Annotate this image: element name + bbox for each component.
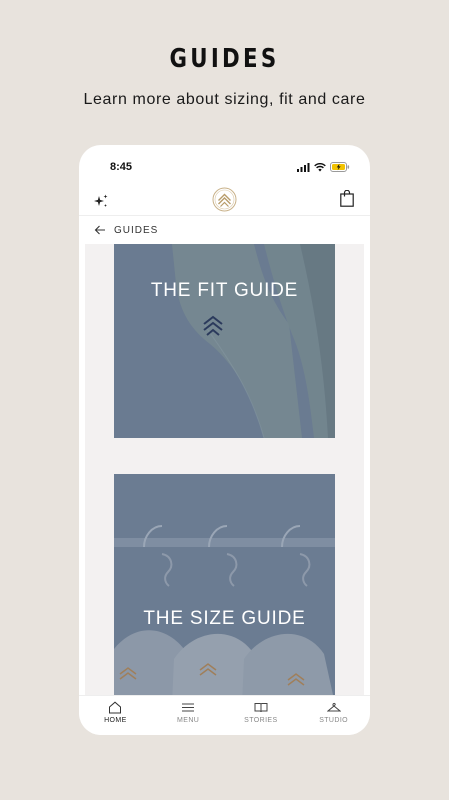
tab-home[interactable]: HOME <box>79 696 152 735</box>
status-icons <box>297 162 350 172</box>
hamburger-menu-icon <box>182 703 195 712</box>
battery-icon <box>330 162 350 172</box>
tab-studio[interactable]: STUDIO <box>297 696 370 735</box>
breadcrumb: GUIDES <box>79 216 370 244</box>
tab-menu[interactable]: MENU <box>152 696 225 735</box>
bottom-tab-bar: HOME MENU STORIES STUDIO <box>79 695 370 735</box>
fit-guide-card[interactable]: THE FIT GUIDE <box>114 244 335 438</box>
wifi-icon <box>314 162 326 171</box>
promo-title: GUIDES <box>169 44 280 74</box>
size-guide-title: THE SIZE GUIDE <box>143 608 306 629</box>
breadcrumb-label: GUIDES <box>114 224 159 236</box>
fit-guide-title: THE FIT GUIDE <box>150 280 299 301</box>
home-icon <box>109 701 122 714</box>
tab-studio-label: STUDIO <box>319 717 349 724</box>
tab-home-label: HOME <box>104 717 127 724</box>
brand-logo[interactable] <box>212 187 237 212</box>
tab-menu-label: MENU <box>177 717 200 724</box>
book-icon <box>254 703 268 713</box>
tab-stories[interactable]: STORIES <box>225 696 298 735</box>
hanger-icon <box>326 702 341 712</box>
status-bar: 8:45 <box>79 145 370 185</box>
tab-stories-label: STORIES <box>244 717 278 724</box>
fit-guide-image <box>114 244 335 438</box>
arrow-left-icon[interactable] <box>94 224 106 236</box>
shopping-bag-icon[interactable] <box>340 190 354 207</box>
phone-frame: 8:45 GUIDES THE FIT GUIDE THE SIZE GUIDE… <box>79 145 370 735</box>
signal-icon <box>297 162 310 172</box>
guides-list: THE FIT GUIDE THE SIZE GUIDE <box>85 244 364 695</box>
size-guide-card[interactable]: THE SIZE GUIDE <box>114 474 335 695</box>
promo-subtitle: Learn more about sizing, fit and care <box>83 91 366 108</box>
app-header <box>79 185 370 216</box>
sparkle-icon[interactable] <box>93 193 109 209</box>
size-guide-image <box>114 474 335 695</box>
status-time: 8:45 <box>110 161 133 173</box>
